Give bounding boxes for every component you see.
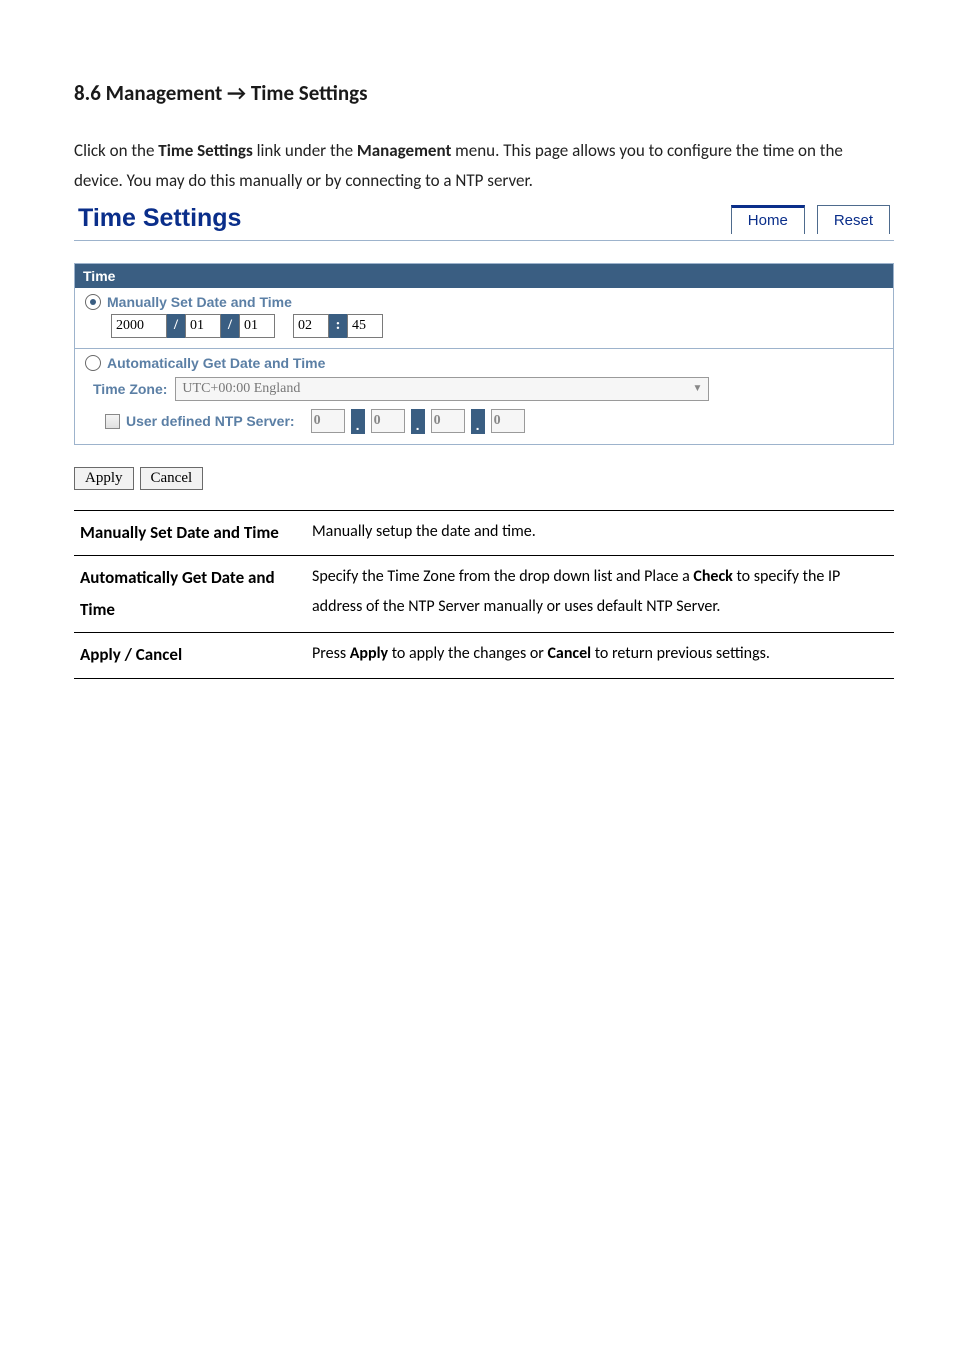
cancel-button[interactable]: Cancel [140,467,204,490]
manual-radio[interactable] [85,294,101,310]
intro-text: link under the [253,140,357,161]
manual-label: Manually Set Date and Time [107,294,292,310]
desc-bold: Check [693,567,732,586]
timezone-value: UTC+00:00 England [182,381,300,397]
panel-title: Time Settings [74,204,731,233]
intro-text: Click on the [74,140,158,161]
ntp-ip-2[interactable]: 0 [371,409,405,433]
desc-text: Manually setup the date and time. [306,510,894,555]
ntp-ip-3[interactable]: 0 [431,409,465,433]
ip-dot-icon: . [471,409,485,434]
desc-bold: Apply [350,644,388,663]
minute-field[interactable]: 45 [347,314,383,338]
year-field[interactable]: 2000 [111,314,167,338]
intro-bold: Time Settings [158,140,252,161]
desc-span: Press [312,644,350,663]
table-row: Automatically Get Date and Time Specify … [74,555,894,633]
ntp-ip-4[interactable]: 0 [491,409,525,433]
desc-label: Automatically Get Date and Time [74,555,306,633]
apply-button[interactable]: Apply [74,467,134,490]
hour-field[interactable]: 02 [293,314,329,338]
desc-bold: Cancel [547,644,591,663]
timezone-dropdown[interactable]: UTC+00:00 England ▼ [175,377,709,401]
desc-label: Apply / Cancel [74,633,306,678]
desc-text: Specify the Time Zone from the drop down… [306,555,894,633]
panel-header: Time Settings Home Reset [74,198,894,241]
desc-span: to apply the changes or [388,644,547,663]
intro-bold: Management [357,140,451,161]
table-row: Manually Set Date and Time Manually setu… [74,510,894,555]
time-section-header: Time [75,264,893,288]
date-separator-icon: / [167,314,185,338]
desc-text: Press Apply to apply the changes or Canc… [306,633,894,678]
section-heading: 8.6 Management → Time Settings [74,80,894,106]
auto-radio[interactable] [85,355,101,371]
intro-paragraph: Click on the Time Settings link under th… [74,136,894,196]
desc-span: to return previous settings. [591,644,770,663]
time-separator-icon: : [329,314,347,338]
tab-reset[interactable]: Reset [817,205,890,234]
tab-home[interactable]: Home [731,205,805,234]
timezone-label: Time Zone: [93,381,167,397]
ntp-checkbox[interactable] [105,414,120,429]
table-row: Apply / Cancel Press Apply to apply the … [74,633,894,678]
ntp-ip-1[interactable]: 0 [311,409,345,433]
time-settings-panel: Time Settings Home Reset Time Manually S… [74,198,894,490]
ip-dot-icon: . [411,409,425,434]
chevron-down-icon: ▼ [693,383,703,394]
ntp-label: User defined NTP Server: [126,413,295,429]
day-field[interactable]: 01 [239,314,275,338]
auto-label: Automatically Get Date and Time [107,355,325,371]
desc-label: Manually Set Date and Time [74,510,306,555]
description-table: Manually Set Date and Time Manually setu… [74,510,894,679]
month-field[interactable]: 01 [185,314,221,338]
desc-span: Specify the Time Zone from the drop down… [312,567,693,586]
date-separator-icon: / [221,314,239,338]
ip-dot-icon: . [351,409,365,434]
